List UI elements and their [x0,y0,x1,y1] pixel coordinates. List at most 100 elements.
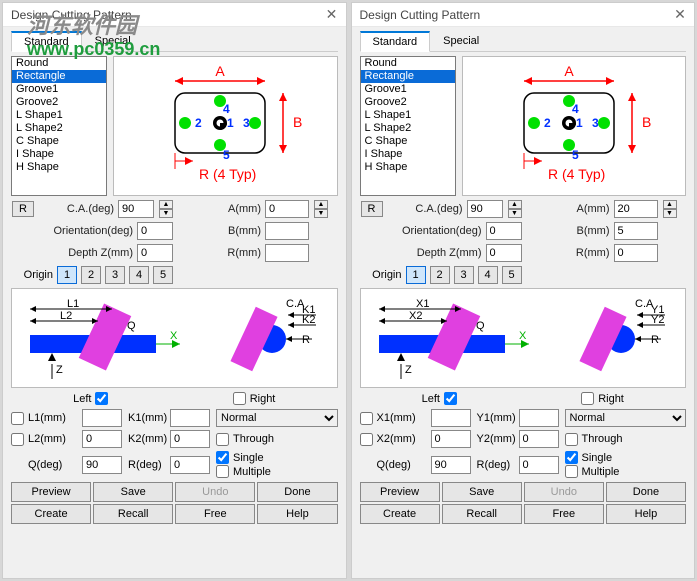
origin-button-5[interactable]: 5 [502,266,522,284]
preview-button[interactable]: Preview [11,482,91,502]
l1-enable-checkbox[interactable] [360,412,373,425]
rdeg-input[interactable] [519,456,559,474]
l1-input[interactable] [431,409,471,427]
left-checkbox[interactable] [444,392,457,405]
r-input[interactable] [265,244,309,262]
left-checkbox[interactable] [95,392,108,405]
a-input[interactable] [614,200,658,218]
r-button[interactable]: R [361,201,383,217]
tab-standard[interactable]: Standard [11,31,82,52]
l2-enable-checkbox[interactable] [11,433,24,446]
list-item[interactable]: L Shape2 [12,122,106,135]
q-input[interactable] [431,456,471,474]
multiple-checkbox[interactable] [565,465,578,478]
ca-spin-up[interactable]: ▲ [159,200,173,209]
ca-spin-down[interactable]: ▼ [508,209,522,218]
help-button[interactable]: Help [606,504,686,524]
list-item[interactable]: Groove1 [12,83,106,96]
undo-button[interactable]: Undo [524,482,604,502]
ca-spin-down[interactable]: ▼ [159,209,173,218]
k1-input[interactable] [519,409,559,427]
b-input[interactable] [614,222,658,240]
through-checkbox[interactable] [565,433,578,446]
tab-standard[interactable]: Standard [360,31,431,52]
l1-input[interactable] [82,409,122,427]
origin-button-2[interactable]: 2 [81,266,101,284]
help-button[interactable]: Help [257,504,337,524]
free-button[interactable]: Free [524,504,604,524]
a-spin-up[interactable]: ▲ [663,200,677,209]
tab-special[interactable]: Special [430,31,492,51]
origin-button-1[interactable]: 1 [406,266,426,284]
l2-enable-checkbox[interactable] [360,433,373,446]
list-item[interactable]: C Shape [361,135,455,148]
through-checkbox[interactable] [216,433,229,446]
r-input[interactable] [614,244,658,262]
origin-button-4[interactable]: 4 [478,266,498,284]
close-icon[interactable]: ✕ [326,9,338,21]
done-button[interactable]: Done [606,482,686,502]
save-button[interactable]: Save [442,482,522,502]
list-item[interactable]: L Shape1 [12,109,106,122]
multiple-checkbox[interactable] [216,465,229,478]
b-input[interactable] [265,222,309,240]
rdeg-input[interactable] [170,456,210,474]
save-button[interactable]: Save [93,482,173,502]
right-checkbox[interactable] [581,392,594,405]
orientation-input[interactable] [137,222,173,240]
origin-button-1[interactable]: 1 [57,266,77,284]
origin-button-2[interactable]: 2 [430,266,450,284]
list-item[interactable]: I Shape [12,148,106,161]
origin-button-4[interactable]: 4 [129,266,149,284]
r-button[interactable]: R [12,201,34,217]
preview-button[interactable]: Preview [360,482,440,502]
close-icon[interactable]: ✕ [674,9,686,21]
k2-input[interactable] [170,430,210,448]
recall-button[interactable]: Recall [93,504,173,524]
ca-spin-up[interactable]: ▲ [508,200,522,209]
tab-special[interactable]: Special [82,31,144,51]
l2-input[interactable] [82,430,122,448]
list-item[interactable]: Groove2 [361,96,455,109]
l1-enable-checkbox[interactable] [11,412,24,425]
a-spin-down[interactable]: ▼ [663,209,677,218]
origin-button-5[interactable]: 5 [153,266,173,284]
right-checkbox[interactable] [233,392,246,405]
list-item[interactable]: Groove2 [12,96,106,109]
single-checkbox[interactable] [565,451,578,464]
origin-button-3[interactable]: 3 [454,266,474,284]
a-input[interactable] [265,200,309,218]
k1-input[interactable] [170,409,210,427]
q-input[interactable] [82,456,122,474]
list-item[interactable]: Round [12,57,106,70]
shape-list[interactable]: RoundRectangleGroove1Groove2L Shape1L Sh… [360,56,456,196]
list-item[interactable]: Groove1 [361,83,455,96]
mode-select[interactable]: Normal [565,409,687,427]
depth-input[interactable] [137,244,173,262]
origin-button-3[interactable]: 3 [105,266,125,284]
list-item[interactable]: Rectangle [12,70,106,83]
create-button[interactable]: Create [11,504,91,524]
single-checkbox[interactable] [216,451,229,464]
free-button[interactable]: Free [175,504,255,524]
l2-input[interactable] [431,430,471,448]
undo-button[interactable]: Undo [175,482,255,502]
a-spin-up[interactable]: ▲ [314,200,328,209]
done-button[interactable]: Done [257,482,337,502]
list-item[interactable]: C Shape [12,135,106,148]
ca-input[interactable] [118,200,154,218]
orientation-input[interactable] [486,222,522,240]
list-item[interactable]: H Shape [361,161,455,174]
k2-input[interactable] [519,430,559,448]
ca-input[interactable] [467,200,503,218]
list-item[interactable]: L Shape1 [361,109,455,122]
shape-list[interactable]: RoundRectangleGroove1Groove2L Shape1L Sh… [11,56,107,196]
list-item[interactable]: H Shape [12,161,106,174]
list-item[interactable]: L Shape2 [361,122,455,135]
recall-button[interactable]: Recall [442,504,522,524]
list-item[interactable]: Round [361,57,455,70]
create-button[interactable]: Create [360,504,440,524]
list-item[interactable]: Rectangle [361,70,455,83]
a-spin-down[interactable]: ▼ [314,209,328,218]
list-item[interactable]: I Shape [361,148,455,161]
